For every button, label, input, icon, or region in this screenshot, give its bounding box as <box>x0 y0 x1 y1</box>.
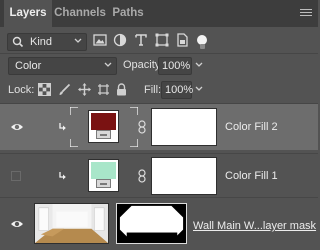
layer-name[interactable]: Color Fill 1 <box>225 170 278 182</box>
layer-mask-thumbnail[interactable] <box>151 157 217 195</box>
type-filter-icon[interactable] <box>134 33 148 47</box>
shape-filter-icon[interactable] <box>155 33 169 47</box>
layer-mask-thumbnail[interactable] <box>151 108 217 146</box>
lock-transparent-icon[interactable] <box>38 83 51 96</box>
lock-position-icon[interactable] <box>78 83 91 96</box>
filter-toggle-stem <box>200 44 205 49</box>
filter-kind-select[interactable]: Kind <box>7 33 87 51</box>
opacity-chevron-down-icon[interactable] <box>195 61 203 69</box>
lock-image-icon[interactable] <box>58 83 71 96</box>
filter-kind-label: Kind <box>30 36 53 48</box>
wall-layer-mask-thumbnail[interactable] <box>116 203 187 244</box>
layer-name[interactable]: Color Fill 2 <box>225 121 278 133</box>
clipping-arrow-icon <box>59 123 66 131</box>
layer-name[interactable]: Wall Main W...layer mask <box>193 220 316 232</box>
adjustment-filter-icon[interactable] <box>113 33 127 47</box>
clipping-arrow-icon <box>59 172 66 180</box>
blend-mode-select[interactable]: Color <box>8 57 117 75</box>
tab-channels[interactable]: Channels <box>54 0 106 27</box>
opacity-input[interactable]: 100% <box>158 57 192 75</box>
visibility-toggle-off[interactable] <box>11 171 21 181</box>
smart-object-filter-icon[interactable] <box>175 33 189 47</box>
tab-layers[interactable]: Layers <box>4 0 52 27</box>
swatch-color <box>91 113 116 130</box>
tab-paths[interactable]: Paths <box>110 0 146 27</box>
pixel-filter-icon[interactable] <box>93 33 107 47</box>
chevron-down-icon <box>104 62 112 67</box>
blend-mode-label: Color <box>15 60 42 72</box>
swatch-slider-icon <box>96 179 111 188</box>
fill-input[interactable]: 100% <box>161 81 193 99</box>
fill-color-swatch[interactable] <box>88 110 119 143</box>
fill-chevron-down-icon[interactable] <box>195 85 203 93</box>
link-icon[interactable] <box>138 120 146 134</box>
layer-filter-row: Kind <box>0 27 318 53</box>
chevron-down-icon <box>74 38 82 43</box>
panel-menu-icon[interactable] <box>300 9 312 19</box>
divider <box>0 53 318 54</box>
swatch-color <box>91 162 116 179</box>
swatch-slider-icon <box>96 130 111 139</box>
lock-all-icon[interactable] <box>115 83 128 96</box>
panel-tab-bar: Layers Channels Paths <box>0 0 318 27</box>
lock-label: Lock: <box>8 84 35 96</box>
room-photo-thumbnail[interactable] <box>34 203 109 244</box>
eye-icon[interactable] <box>10 122 24 132</box>
link-icon[interactable] <box>138 169 146 183</box>
search-icon <box>12 36 24 48</box>
eye-icon[interactable] <box>10 219 24 229</box>
fill-label: Fill: <box>144 84 162 96</box>
layer-row-wall-main[interactable]: Wall Main W...layer mask <box>0 199 318 248</box>
lock-artboard-icon[interactable] <box>97 83 110 96</box>
layer-row-color-fill-2[interactable]: Color Fill 2 <box>0 104 318 150</box>
fill-color-swatch[interactable] <box>88 159 119 192</box>
layer-row-color-fill-1[interactable]: Color Fill 1 <box>0 153 318 198</box>
